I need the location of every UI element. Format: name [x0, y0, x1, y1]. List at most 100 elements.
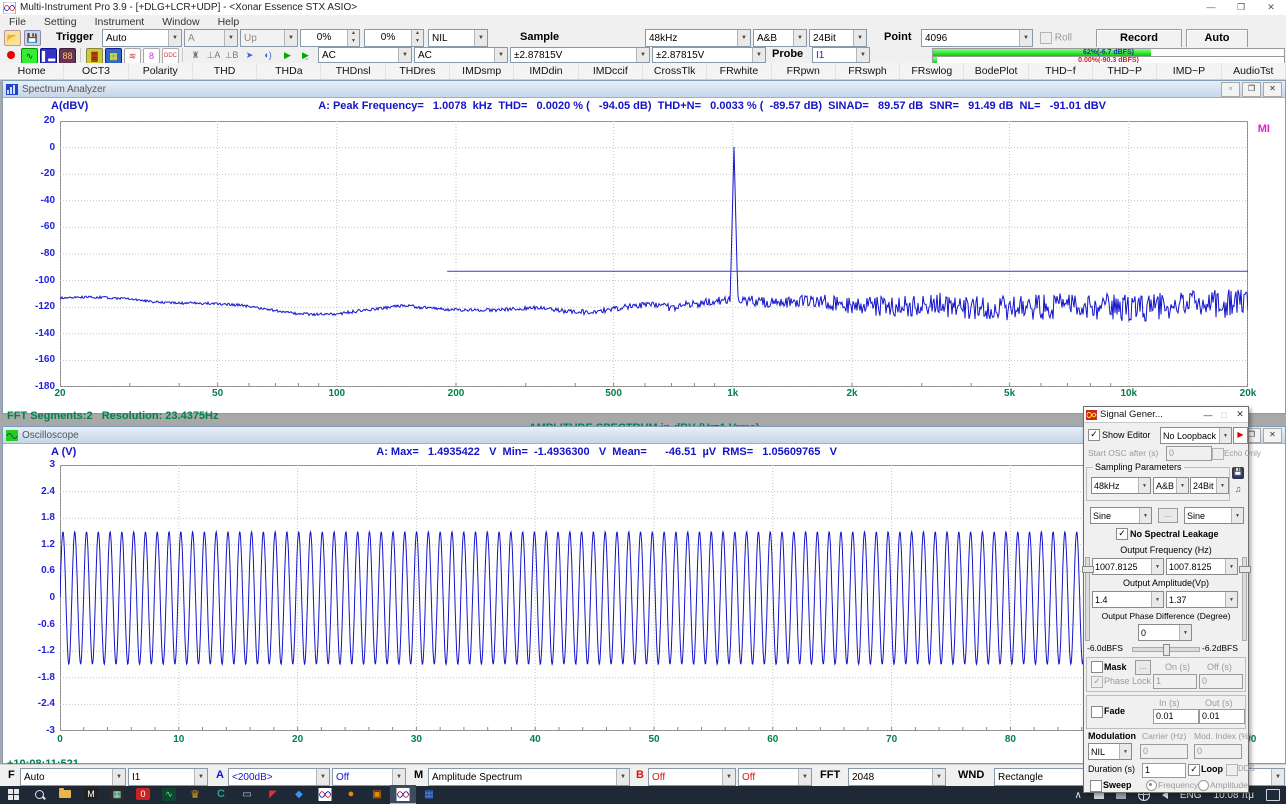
photos-icon[interactable]: ▦: [416, 785, 442, 803]
siggen-maximize-icon[interactable]: □: [1216, 410, 1232, 420]
trigger-hpf-combo[interactable]: NIL▼: [428, 29, 488, 47]
tab-crosstlk[interactable]: CrossTlk: [643, 63, 707, 79]
scope-app-icon[interactable]: ∿: [156, 785, 182, 803]
device-test-plan-icon[interactable]: 8: [143, 48, 160, 64]
trigger-mode-combo[interactable]: Auto▼: [102, 29, 182, 47]
menu-item-setting[interactable]: Setting: [35, 16, 86, 28]
auto-button[interactable]: Auto: [1186, 29, 1248, 48]
coupling-a-combo[interactable]: AC▼: [318, 47, 412, 63]
tab-thd~f[interactable]: THD~f: [1029, 63, 1093, 79]
b-mode-combo[interactable]: Off▼: [738, 768, 812, 786]
app-red-icon[interactable]: 0: [130, 785, 156, 803]
roll-checkbox[interactable]: Roll: [1040, 32, 1072, 44]
freq-axis-combo[interactable]: Auto▼: [20, 768, 126, 786]
dbfs-slider[interactable]: [1132, 647, 1200, 652]
menu-item-instrument[interactable]: Instrument: [86, 16, 154, 28]
close-icon[interactable]: ✕: [1256, 0, 1286, 15]
crown-app-icon[interactable]: ♛: [182, 785, 208, 803]
channels-combo[interactable]: A&B▼: [753, 29, 807, 47]
notification-icon[interactable]: [1266, 789, 1280, 801]
b-range-combo[interactable]: Off▼: [648, 768, 736, 786]
app-m-icon[interactable]: M: [78, 785, 104, 803]
tab-imdsmp[interactable]: IMDsmp: [450, 63, 514, 79]
data-logger-icon[interactable]: ▦: [105, 48, 122, 64]
spectrum-analyzer-icon[interactable]: ▌▂: [40, 48, 57, 64]
tab-frswlog[interactable]: FRswlog: [900, 63, 964, 79]
amp-a-combo[interactable]: 1.4▼: [1092, 591, 1164, 608]
sweep-checkbox[interactable]: [1090, 780, 1102, 792]
maximize-icon[interactable]: ❐: [1226, 0, 1256, 15]
fade-in-input[interactable]: 0.01: [1153, 709, 1199, 724]
spectrum-3d-icon[interactable]: ▓: [86, 48, 103, 64]
view-mode-combo[interactable]: Amplitude Spectrum▼: [428, 768, 630, 786]
tab-imddin[interactable]: IMDdin: [514, 63, 578, 79]
wave-editor-button[interactable]: ...: [1158, 508, 1178, 523]
menu-item-file[interactable]: File: [0, 16, 35, 28]
tab-polarity[interactable]: Polarity: [129, 63, 193, 79]
tab-thdres[interactable]: THDres: [386, 63, 450, 79]
record-icon[interactable]: [4, 48, 17, 62]
multi-instrument-icon[interactable]: [390, 785, 416, 804]
tab-frswph[interactable]: FRswph: [836, 63, 900, 79]
dds-checkbox[interactable]: [1226, 764, 1238, 776]
monitor-app-icon[interactable]: ▭: [234, 785, 260, 803]
bits-combo[interactable]: 24Bit▼: [809, 29, 867, 47]
red-arrow-app-icon[interactable]: ◤: [260, 785, 286, 803]
points-combo[interactable]: 4096▼: [921, 29, 1033, 47]
a-range-combo[interactable]: <200dB>▼: [228, 768, 330, 786]
open-icon[interactable]: 📂: [4, 30, 21, 46]
start-osc-input[interactable]: 0: [1166, 446, 1212, 461]
tab-thda[interactable]: THDa: [257, 63, 321, 79]
spectrum-minimize-icon[interactable]: ▫: [1221, 82, 1240, 97]
coupling-b-combo[interactable]: AC▼: [414, 47, 508, 63]
search-icon[interactable]: [26, 785, 52, 803]
calculator-icon[interactable]: ▦: [104, 785, 130, 803]
sg-notes-icon[interactable]: ♫: [1232, 483, 1244, 495]
trigger-edge-combo[interactable]: Up▼: [240, 29, 298, 47]
trigger-source-combo[interactable]: A▼: [184, 29, 238, 47]
siggen-run-button[interactable]: ▶: [1233, 427, 1248, 444]
input-b-icon[interactable]: ⊥B: [224, 48, 239, 62]
sound-device-icon[interactable]: ◖): [260, 48, 275, 62]
tab-oct3[interactable]: OCT3: [64, 63, 128, 79]
tab-home[interactable]: Home: [0, 63, 64, 79]
fft-size-combo[interactable]: 2048▼: [848, 768, 946, 786]
tab-bodeplot[interactable]: BodePlot: [964, 63, 1028, 79]
loop-checkbox[interactable]: [1188, 764, 1200, 776]
freq-b-combo[interactable]: 1007.8125▼: [1166, 558, 1238, 575]
a-mode-combo[interactable]: Off▼: [332, 768, 406, 786]
siggen-titlebar[interactable]: Signal Gener... — □ ✕: [1084, 407, 1248, 423]
run-auto-icon[interactable]: ▶̰: [298, 48, 313, 62]
save-icon[interactable]: 💾: [24, 30, 41, 46]
phase-lock-on-input[interactable]: 1: [1153, 674, 1197, 689]
fade-out-input[interactable]: 0.01: [1199, 709, 1245, 724]
spectrum-restore-icon[interactable]: ❐: [1242, 82, 1261, 97]
start-icon[interactable]: [0, 785, 26, 803]
range-a-combo[interactable]: ±2.87815V▼: [510, 47, 650, 63]
minimize-icon[interactable]: —: [1196, 0, 1226, 15]
sample-rate-combo[interactable]: 48kHz▼: [645, 29, 751, 47]
sg-sample-rate-combo[interactable]: 48kHz▼: [1091, 477, 1151, 494]
phase-lock-checkbox[interactable]: [1091, 676, 1103, 688]
sg-bits-combo[interactable]: 24Bit▼: [1190, 477, 1229, 494]
amp-b-slider[interactable]: [1242, 557, 1247, 641]
pointer-icon[interactable]: ➤: [242, 48, 257, 62]
sweep-amplitude-radio[interactable]: [1198, 780, 1209, 791]
menu-item-window[interactable]: Window: [153, 16, 208, 28]
tab-thd[interactable]: THD: [193, 63, 257, 79]
input-a-icon[interactable]: ⊥A: [206, 48, 221, 62]
probe-a-combo[interactable]: I1▼: [812, 47, 870, 63]
spectrum-close-icon[interactable]: ✕: [1263, 82, 1282, 97]
freq-a-combo[interactable]: 1007.8125▼: [1092, 558, 1164, 575]
spectrum-titlebar[interactable]: Spectrum Analyzer ▫ ❐ ✕: [3, 81, 1285, 98]
tab-audiotst[interactable]: AudioTst: [1222, 63, 1286, 79]
carrier-input[interactable]: 0: [1140, 744, 1188, 759]
echo-only-checkbox[interactable]: [1212, 448, 1224, 460]
sg-channels-combo[interactable]: A&B▼: [1153, 477, 1189, 494]
mask-edit-button[interactable]: …: [1135, 660, 1151, 675]
tab-thdnsl[interactable]: THDnsl: [321, 63, 385, 79]
phase-combo[interactable]: 0▼: [1138, 624, 1192, 641]
tray-chevron-icon[interactable]: ∧: [1075, 790, 1082, 801]
oscilloscope-close-icon[interactable]: ✕: [1263, 428, 1282, 443]
sweep-frequency-radio[interactable]: [1146, 780, 1157, 791]
